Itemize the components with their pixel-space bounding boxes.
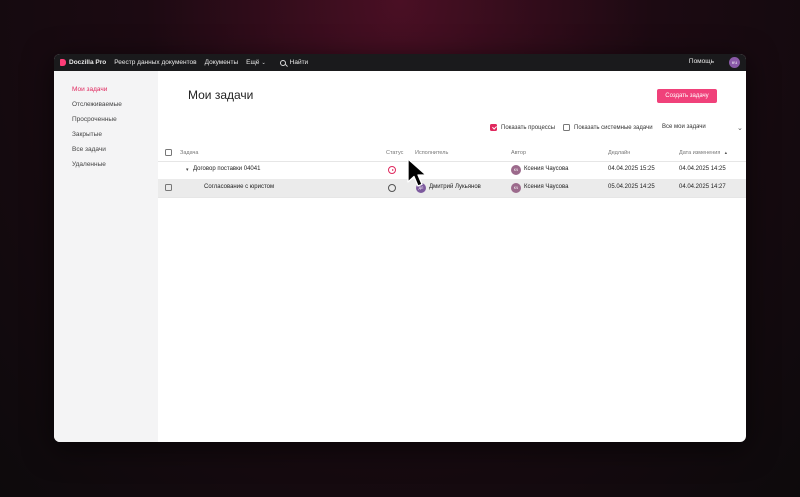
table-row[interactable]: ▾ Договор поставки 04041 КЧ Ксения Чаусо…	[158, 161, 746, 179]
sidebar-item-closed[interactable]: Закрытые	[72, 131, 102, 138]
sidebar-item-watched[interactable]: Отслеживаемые	[72, 101, 122, 108]
app-window: Doczilla Pro Реестр данных документов До…	[54, 54, 746, 442]
nav-item-documents[interactable]: Документы	[205, 59, 239, 66]
sidebar-item-all-tasks[interactable]: Все задачи	[72, 146, 106, 153]
scope-select[interactable]: Все мои задачи	[662, 124, 706, 130]
author-avatar: КЧ	[511, 165, 521, 175]
author-avatar: КЧ	[511, 183, 521, 193]
nav-item-registry[interactable]: Реестр данных документов	[114, 59, 196, 66]
user-avatar[interactable]: КЧ	[729, 57, 740, 68]
status-in-progress-icon[interactable]	[388, 166, 396, 174]
app-logo[interactable]: Doczilla Pro	[60, 59, 106, 66]
search-button[interactable]: Найти	[279, 59, 309, 66]
author-name: Ксения Чаусова	[524, 166, 569, 172]
chevron-down-icon[interactable]: ⌄	[737, 124, 743, 132]
author-name: Ксения Чаусова	[524, 184, 569, 190]
table-row[interactable]: Согласование с юристом ДЛ Дмитрий Лукьян…	[158, 179, 746, 197]
task-name[interactable]: Согласование с юристом	[204, 184, 274, 190]
status-open-icon[interactable]	[388, 184, 396, 192]
expand-chevron-icon[interactable]: ▾	[186, 167, 189, 173]
nav-item-more[interactable]: Ещё ⌄	[246, 59, 266, 66]
show-system-checkbox[interactable]	[563, 124, 570, 131]
sidebar: Мои задачи Отслеживаемые Просроченные За…	[54, 71, 158, 442]
show-system-toggle[interactable]: Показать системные задачи	[563, 124, 653, 131]
show-system-label: Показать системные задачи	[574, 124, 653, 131]
table-header: Задача Статус Исполнитель Автор Дедлайн …	[158, 147, 746, 161]
help-link[interactable]: Помощь	[689, 58, 714, 65]
app-name: Doczilla Pro	[69, 59, 107, 66]
column-header-modified[interactable]: Дата изменения ▲	[679, 150, 728, 156]
deadline-value: 04.04.2025 15:25	[608, 166, 655, 172]
nav-item-more-label: Ещё	[246, 59, 260, 66]
sidebar-item-deleted[interactable]: Удаленные	[72, 161, 106, 168]
scope-select-value: Все мои задачи	[662, 124, 706, 130]
column-header-assignee[interactable]: Исполнитель	[415, 150, 448, 156]
sidebar-item-my-tasks[interactable]: Мои задачи	[72, 86, 107, 93]
logo-icon	[60, 59, 66, 66]
search-icon	[279, 59, 286, 66]
modified-value: 04.04.2025 14:27	[679, 184, 726, 190]
search-label: Найти	[289, 59, 309, 66]
top-bar: Doczilla Pro Реестр данных документов До…	[54, 54, 746, 71]
chevron-down-icon: ⌄	[261, 60, 266, 66]
column-header-author[interactable]: Автор	[511, 150, 526, 156]
modified-value: 04.04.2025 14:25	[679, 166, 726, 172]
column-header-deadline[interactable]: Дедлайн	[608, 150, 630, 156]
sidebar-item-overdue[interactable]: Просроченные	[72, 116, 117, 123]
column-header-modified-label: Дата изменения	[679, 150, 721, 156]
deadline-value: 05.04.2025 14:25	[608, 184, 655, 190]
column-header-task[interactable]: Задача	[180, 150, 198, 156]
sort-ascending-icon: ▲	[723, 150, 728, 155]
select-all-checkbox[interactable]	[165, 149, 172, 156]
task-name[interactable]: Договор поставки 04041	[193, 166, 260, 172]
show-processes-toggle[interactable]: Показать процессы	[490, 124, 555, 131]
create-task-button[interactable]: Создать задачу	[657, 89, 717, 103]
show-processes-checkbox[interactable]	[490, 124, 497, 131]
row-divider	[158, 197, 746, 198]
page-title: Мои задачи	[188, 88, 254, 102]
assignee-name: Дмитрий Лукьянов	[429, 184, 481, 190]
row-checkbox[interactable]	[165, 184, 172, 191]
main-content: Мои задачи Создать задачу Показать проце…	[158, 71, 746, 442]
column-header-status[interactable]: Статус	[386, 150, 403, 156]
mouse-cursor-icon	[407, 158, 427, 187]
show-processes-label: Показать процессы	[501, 124, 556, 131]
